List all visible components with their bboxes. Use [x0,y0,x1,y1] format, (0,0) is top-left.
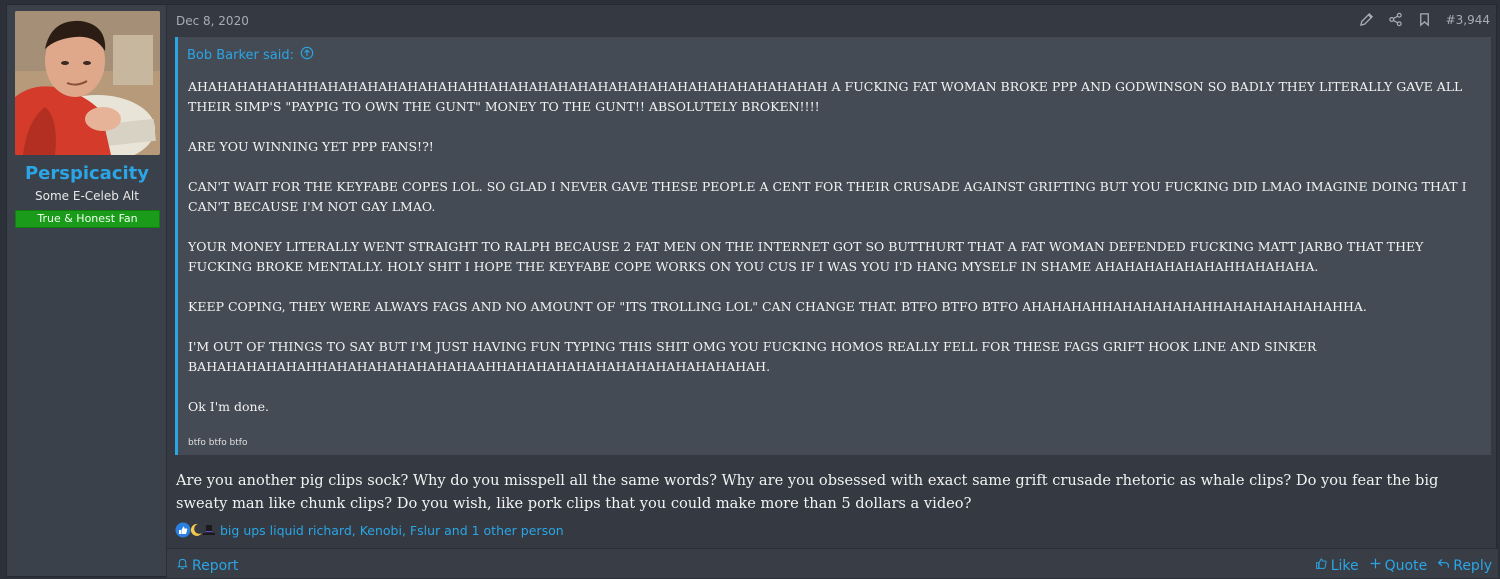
quote-header[interactable]: Bob Barker said: [187,46,314,64]
user-title: Some E-Celeb Alt [35,189,139,203]
footer-actions: Like Quote Reply [1315,557,1492,574]
arrow-up-circle-icon[interactable] [300,46,314,64]
user-banner: True & Honest Fan [15,210,160,228]
quote-small-text: btfo btfo btfo [188,438,248,448]
reply-button[interactable]: Reply [1437,557,1492,574]
quote-paragraph: AHAHAHAHAHAHHAHAHAHAHAHAHAHAHHAHAHAHAHAH… [188,79,1463,114]
bell-icon [176,557,189,574]
post-number[interactable]: #3,944 [1446,13,1490,27]
post-footer: Report Like Quote Reply [167,548,1498,578]
like-button[interactable]: Like [1315,557,1359,574]
quote-author[interactable]: Bob Barker said: [187,48,294,63]
post-date[interactable]: Dec 8, 2020 [176,14,249,28]
quote-label: Quote [1384,557,1428,574]
username[interactable]: Perspicacity [7,163,167,184]
user-avatar[interactable] [15,11,160,155]
quote-content: AHAHAHAHAHAHHAHAHAHAHAHAHAHAHHAHAHAHAHAH… [188,77,1478,449]
post-main: Dec 8, 2020 #3,944 Bob Barker said: AHAH… [167,5,1498,578]
reactions-bar[interactable]: big ups liquid richard, Kenobi, Fslur an… [175,522,564,538]
quote-paragraph: Ok I'm done. [188,399,269,414]
edit-icon[interactable] [1359,12,1374,27]
quote-paragraph: YOUR MONEY LITERALLY WENT STRAIGHT TO RA… [188,239,1424,274]
quote-block: Bob Barker said: AHAHAHAHAHAHHAHAHAHAHAH… [175,37,1491,455]
plus-icon [1369,557,1382,574]
reaction-icons [175,522,217,538]
post-actions: #3,944 [1359,12,1490,27]
report-label: Report [192,557,239,574]
report-button[interactable]: Report [176,557,238,574]
thumbs-up-icon [1315,557,1328,574]
reply-arrow-icon [1437,557,1450,574]
reply-label: Reply [1453,557,1492,574]
quote-button[interactable]: Quote [1369,557,1428,574]
reactions-text[interactable]: big ups liquid richard, Kenobi, Fslur an… [220,523,564,538]
quote-paragraph: I'M OUT OF THINGS TO SAY BUT I'M JUST HA… [188,339,1317,374]
share-icon[interactable] [1388,12,1403,27]
bookmark-icon[interactable] [1417,12,1432,27]
post-message: Are you another pig clips sock? Why do y… [176,472,1439,512]
like-label: Like [1330,557,1359,574]
quote-paragraph: ARE YOU WINNING YET PPP FANS!?! [188,139,434,154]
quote-paragraph: CAN'T WAIT FOR THE KEYFABE COPES LOL. SO… [188,179,1467,214]
quote-paragraph: KEEP COPING, THEY WERE ALWAYS FAGS AND N… [188,299,1367,314]
top-hat-icon [201,522,217,538]
forum-post: Perspicacity Some E-Celeb Alt True & Hon… [6,4,1498,578]
user-sidebar: Perspicacity Some E-Celeb Alt True & Hon… [7,5,167,576]
